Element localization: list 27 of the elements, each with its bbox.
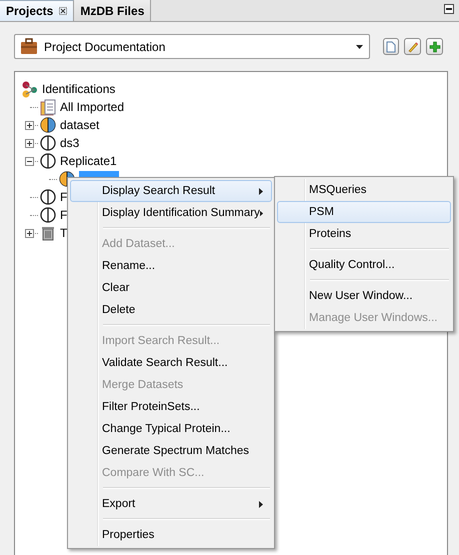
panel-tab[interactable]: MzDB Files: [74, 0, 152, 21]
menu-item[interactable]: Properties: [70, 524, 272, 546]
menu-item[interactable]: Display Identification Summary: [70, 202, 272, 224]
menu-item[interactable]: Clear: [70, 277, 272, 299]
tree-item[interactable]: Identifications: [42, 82, 116, 96]
menu-item[interactable]: Change Typical Protein...: [70, 418, 272, 440]
tree-item[interactable]: T: [60, 226, 68, 240]
menu-item[interactable]: Quality Control...: [277, 254, 451, 276]
menu-item[interactable]: Filter ProteinSets...: [70, 396, 272, 418]
menu-item[interactable]: MSQueries: [277, 179, 451, 201]
menu-item[interactable]: New User Window...: [277, 285, 451, 307]
tree-item[interactable]: All Imported: [60, 100, 124, 114]
project-dropdown[interactable]: Project Documentation: [14, 34, 370, 59]
menu-item[interactable]: PSM: [277, 201, 451, 223]
tree-item[interactable]: Replicate1: [60, 154, 117, 168]
menu-item[interactable]: Delete: [70, 299, 272, 321]
tree-item[interactable]: ds3: [60, 136, 80, 150]
menu-item[interactable]: Validate Search Result...: [70, 352, 272, 374]
menu-item[interactable]: Display Search Result: [70, 180, 272, 202]
menu-item[interactable]: Rename...: [70, 255, 272, 277]
menu-item[interactable]: Export: [70, 493, 272, 515]
tree-item[interactable]: F: [60, 208, 68, 222]
panel-tab[interactable]: Projects: [0, 0, 74, 21]
menu-item[interactable]: Proteins: [277, 223, 451, 245]
tree-item[interactable]: F: [60, 190, 68, 204]
menu-item[interactable]: Generate Spectrum Matches: [70, 440, 272, 462]
tree-item[interactable]: dataset: [60, 118, 100, 132]
